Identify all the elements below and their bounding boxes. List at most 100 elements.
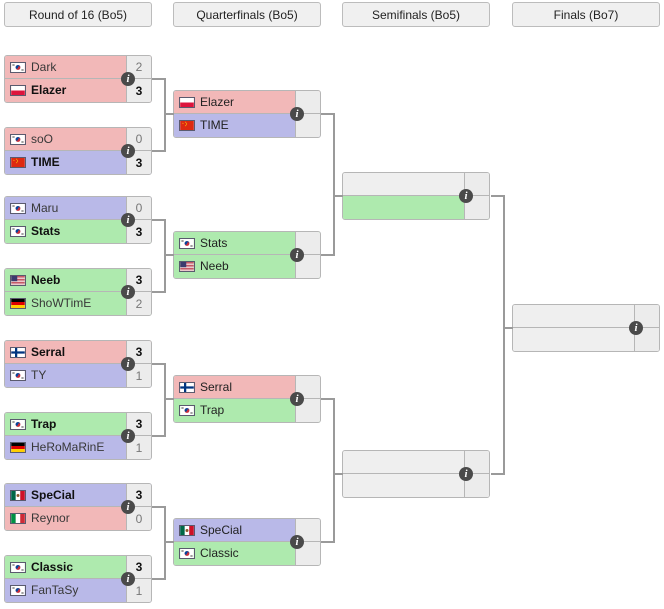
round-header-finals[interactable]: Finals (Bo7) [512, 2, 660, 27]
flag-kr-icon [10, 226, 26, 237]
connector [333, 398, 335, 543]
flag-de-icon [10, 298, 26, 309]
opponent-top: Dark [5, 56, 126, 78]
round-header-ro16[interactable]: Round of 16 (Bo5) [4, 2, 152, 27]
match-info-icon[interactable]: i [290, 248, 304, 262]
flag-it-icon [10, 513, 26, 524]
connector [164, 254, 174, 256]
round-header-label: Semifinals (Bo5) [371, 7, 461, 22]
player-name: Maru [31, 200, 59, 215]
player-name: Reynor [31, 511, 70, 525]
connector [164, 541, 174, 543]
match-info-icon[interactable]: i [121, 500, 135, 514]
player-name: Stats [31, 224, 61, 238]
opponent-top: Classic [5, 556, 126, 578]
connector [333, 113, 335, 256]
match-info-icon[interactable]: i [121, 144, 135, 158]
player-name: Neeb [31, 272, 61, 287]
flag-us-icon [179, 261, 195, 272]
match-info-icon[interactable]: i [121, 285, 135, 299]
player-name: soO [31, 131, 54, 146]
flag-mx-icon [179, 524, 195, 536]
opponent-bottom: TY [5, 364, 126, 387]
connector [333, 195, 343, 197]
player-name: Classic [200, 546, 239, 560]
flag-fi-icon [10, 346, 26, 358]
opponent-bottom: ShoWTimE [5, 292, 126, 315]
opponent-bottom: Classic [174, 542, 295, 565]
round-header-label: Finals (Bo7) [553, 7, 619, 22]
connector [164, 506, 166, 580]
opponent-bottom [343, 196, 464, 219]
flag-kr-icon [10, 370, 26, 381]
opponent-bottom [513, 328, 634, 351]
match-info-icon[interactable]: i [290, 107, 304, 121]
match-info-icon[interactable]: i [121, 429, 135, 443]
player-name: Stats [200, 235, 228, 250]
opponent-bottom: TIME [5, 151, 126, 174]
opponent-top [343, 173, 464, 195]
opponent-top: Stats [174, 232, 295, 254]
flag-kr-icon [10, 418, 26, 430]
player-name: ShoWTimE [31, 296, 92, 310]
player-name: TY [31, 368, 47, 382]
opponent-bottom: FanTaSy [5, 579, 126, 602]
match-info-icon[interactable]: i [121, 213, 135, 227]
opponent-bottom [343, 474, 464, 497]
opponent-top: Neeb [5, 269, 126, 291]
flag-us-icon [10, 274, 26, 286]
match-info-icon[interactable]: i [121, 357, 135, 371]
opponent-top: SpeCial [174, 519, 295, 541]
match-info-icon[interactable]: i [290, 535, 304, 549]
player-name: Serral [31, 344, 66, 359]
flag-de-icon [10, 442, 26, 453]
opponent-top: soO [5, 128, 126, 150]
player-name: Neeb [200, 259, 229, 273]
flag-kr-icon [10, 202, 26, 214]
round-header-label: Round of 16 (Bo5) [28, 7, 128, 22]
flag-kr-icon [179, 405, 195, 416]
player-name: Trap [200, 403, 225, 417]
player-name: SpeCial [200, 522, 243, 537]
opponent-top: Elazer [174, 91, 295, 113]
opponent-bottom: Neeb [174, 255, 295, 278]
player-name: Serral [200, 379, 233, 394]
flag-cn-icon [10, 157, 26, 168]
flag-pl-icon [10, 85, 26, 96]
player-name: FanTaSy [31, 583, 79, 597]
flag-kr-icon [10, 585, 26, 596]
flag-kr-icon [179, 548, 195, 559]
connector [164, 113, 174, 115]
opponent-top [513, 305, 634, 327]
connector [164, 219, 166, 293]
match-info-icon[interactable]: i [121, 72, 135, 86]
player-name: Elazer [31, 83, 67, 97]
opponent-bottom: Stats [5, 220, 126, 243]
flag-cn-icon [179, 120, 195, 131]
connector [164, 78, 166, 152]
match-info-icon[interactable]: i [629, 321, 643, 335]
opponent-top: Serral [5, 341, 126, 363]
match-info-icon[interactable]: i [290, 392, 304, 406]
match-info-icon[interactable]: i [459, 467, 473, 481]
connector [333, 473, 343, 475]
player-name: TIME [31, 155, 60, 169]
opponent-top: SpeCial [5, 484, 126, 506]
flag-kr-icon [10, 133, 26, 145]
opponent-bottom: Elazer [5, 79, 126, 102]
match-info-icon[interactable]: i [121, 572, 135, 586]
flag-mx-icon [10, 489, 26, 501]
opponent-bottom: TIME [174, 114, 295, 137]
connector [164, 398, 174, 400]
round-header-semifinals[interactable]: Semifinals (Bo5) [342, 2, 490, 27]
opponent-top: Serral [174, 376, 295, 398]
opponent-bottom: Trap [174, 399, 295, 422]
player-name: Elazer [200, 94, 235, 109]
round-header-quarterfinals[interactable]: Quarterfinals (Bo5) [173, 2, 321, 27]
match-info-icon[interactable]: i [459, 189, 473, 203]
opponent-top: Trap [5, 413, 126, 435]
opponent-bottom: HeRoMaRinE [5, 436, 126, 459]
opponent-top [343, 451, 464, 473]
flag-kr-icon [10, 561, 26, 573]
connector [503, 327, 513, 329]
